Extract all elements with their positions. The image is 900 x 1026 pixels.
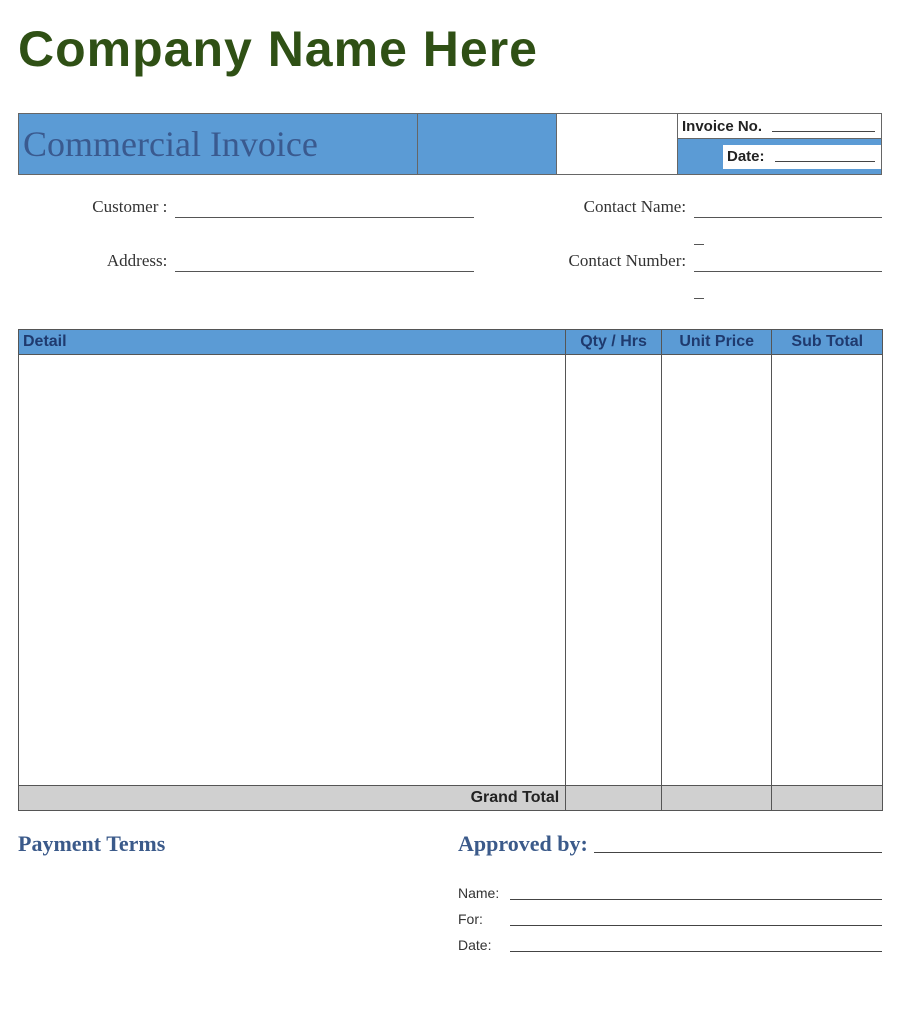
header-spacer [418, 113, 557, 175]
invoice-title: Commercial Invoice [18, 113, 418, 175]
sig-date-input[interactable] [510, 937, 882, 952]
grand-total-value [772, 786, 883, 811]
contact-number-label: Contact Number: [532, 251, 694, 272]
grand-total-label: Grand Total [19, 786, 566, 811]
address-label: Address: [18, 251, 175, 272]
line-item-row[interactable] [19, 355, 883, 786]
col-qty: Qty / Hrs [566, 330, 662, 355]
approved-by-label: Approved by: [458, 831, 588, 857]
contact-name-extra[interactable] [694, 230, 704, 245]
sig-for-input[interactable] [510, 911, 882, 926]
cell-qty[interactable] [566, 355, 662, 786]
sig-for-label: For: [458, 911, 510, 927]
grand-total-qty [566, 786, 662, 811]
grand-total-row: Grand Total [19, 786, 883, 811]
line-items-table: Detail Qty / Hrs Unit Price Sub Total Gr… [18, 329, 883, 811]
cell-detail[interactable] [19, 355, 566, 786]
invoice-header: Commercial Invoice Invoice No. Date: [18, 113, 882, 175]
invoice-number-label: Invoice No. [678, 118, 766, 135]
invoice-number-field[interactable]: Invoice No. [677, 113, 882, 139]
invoice-date-label: Date: [723, 148, 773, 165]
contact-name-label: Contact Name: [532, 197, 694, 218]
customer-label: Customer : [18, 197, 175, 218]
contact-number-extra[interactable] [694, 284, 704, 299]
col-sub-total: Sub Total [772, 330, 883, 355]
header-spacer [557, 113, 677, 175]
invoice-number-value[interactable] [772, 131, 875, 132]
invoice-date-field: Date: [677, 139, 882, 175]
approved-by-signature[interactable] [594, 852, 882, 853]
address-input[interactable] [175, 251, 474, 272]
sig-date-label: Date: [458, 937, 510, 953]
cell-unit-price[interactable] [661, 355, 772, 786]
company-name: Company Name Here [18, 20, 882, 78]
grand-total-unit [661, 786, 772, 811]
col-unit-price: Unit Price [661, 330, 772, 355]
col-detail: Detail [19, 330, 566, 355]
contact-number-input[interactable] [694, 251, 882, 272]
invoice-footer: Payment Terms Approved by: Name: For: Da… [18, 831, 882, 963]
invoice-date-value[interactable] [775, 161, 875, 162]
cell-sub-total[interactable] [772, 355, 883, 786]
customer-input[interactable] [175, 197, 474, 218]
sig-name-label: Name: [458, 885, 510, 901]
payment-terms-heading: Payment Terms [18, 831, 458, 963]
sig-name-input[interactable] [510, 885, 882, 900]
contact-name-input[interactable] [694, 197, 882, 218]
